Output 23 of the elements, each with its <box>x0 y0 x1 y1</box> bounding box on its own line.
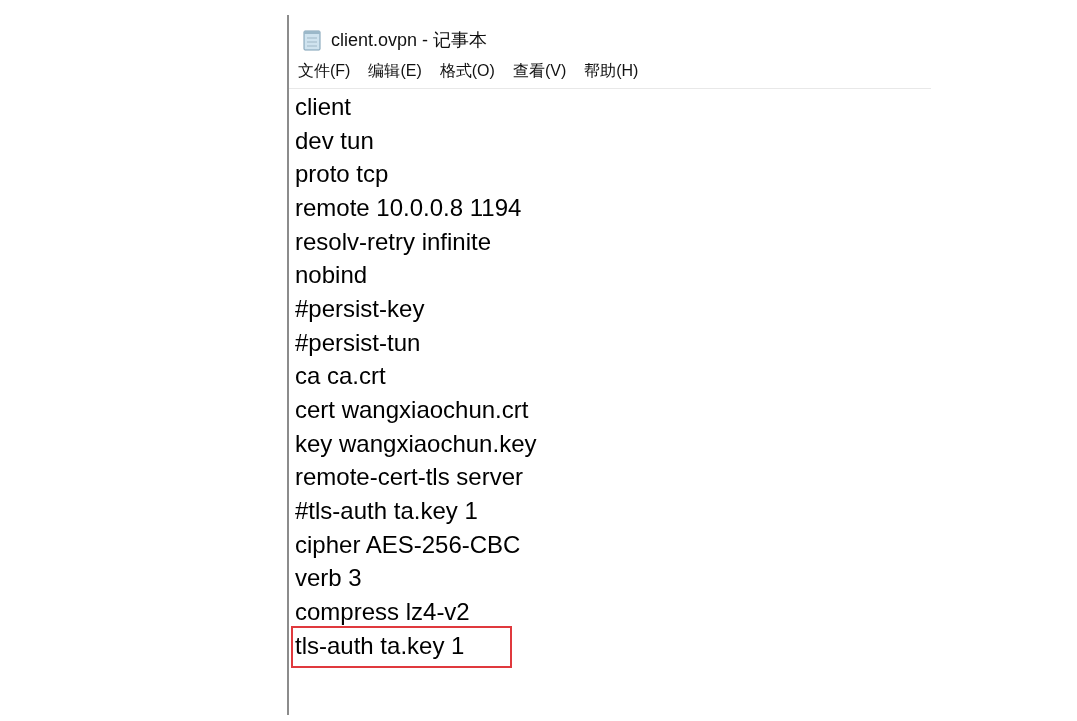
text-line: ca ca.crt <box>294 361 387 392</box>
notepad-icon <box>301 29 323 51</box>
menu-item[interactable]: 帮助(H) <box>584 61 639 82</box>
text-line: remote-cert-tls server <box>294 462 525 493</box>
menu-item[interactable]: 格式(O) <box>439 61 495 82</box>
text-line: remote 10.0.0.8 1194 <box>294 192 523 223</box>
text-line: dev tun <box>294 125 375 156</box>
text-line: key wangxiaochun.key <box>294 428 538 459</box>
text-line: compress lz4-v2 <box>294 597 471 628</box>
text-line: #persist-tun <box>294 327 422 358</box>
text-line: verb 3 <box>294 563 363 594</box>
text-line: #tls-auth ta.key 1 <box>294 496 479 527</box>
menu-item[interactable]: 文件(F) <box>298 61 351 82</box>
text-line: client <box>294 91 353 122</box>
text-line: cipher AES-256-CBC <box>294 529 522 560</box>
text-line: nobind <box>294 260 369 291</box>
menu-item[interactable]: 查看(V) <box>512 61 567 82</box>
window-title: client.ovpn - 记事本 <box>331 29 488 52</box>
menu-item[interactable]: 编辑(E) <box>368 61 422 82</box>
text-line: #persist-key <box>294 293 426 324</box>
text-line: proto tcp <box>294 159 390 190</box>
text-line: resolv-retry infinite <box>294 226 493 257</box>
text-line: cert wangxiaochun.crt <box>294 395 530 426</box>
